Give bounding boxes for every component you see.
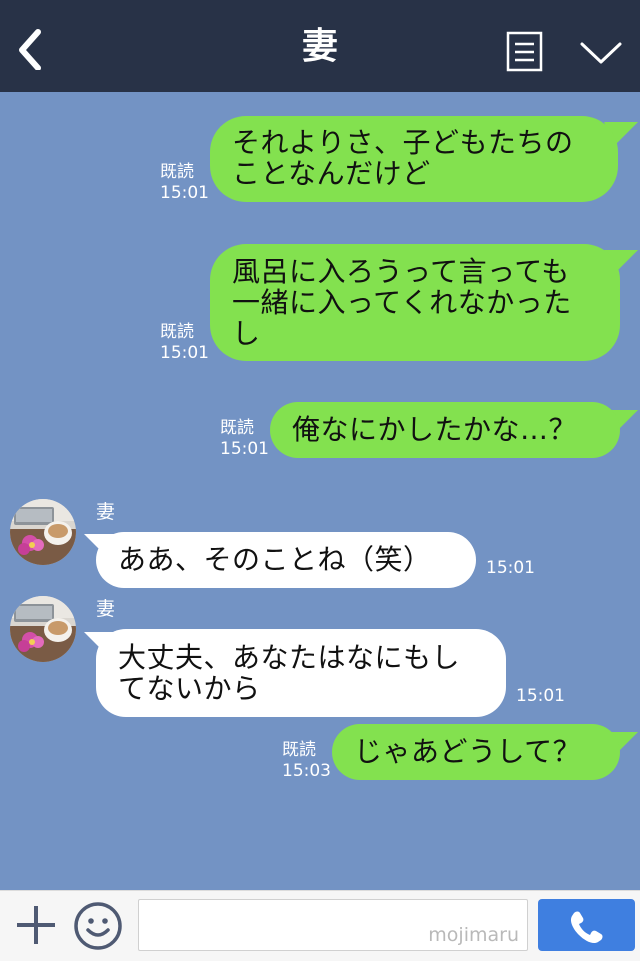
message-line: てないから: [118, 672, 261, 705]
input-bar: mojimaru: [0, 890, 640, 961]
incoming-message-bubble[interactable]: 大丈夫、あなたはなにもし てないから: [96, 629, 506, 717]
message-line: ことなんだけど: [232, 157, 431, 190]
message-time: 15:01: [486, 558, 535, 578]
message-time: 15:03: [282, 761, 331, 781]
plus-icon: [17, 906, 55, 944]
avatar-image: [10, 596, 76, 662]
add-attachment-button[interactable]: [14, 903, 58, 947]
outgoing-message-bubble[interactable]: 俺なにかしたかな…？: [270, 402, 620, 458]
message-time: 15:01: [160, 183, 209, 203]
read-label: 既読: [220, 418, 254, 438]
emoji-button[interactable]: [73, 901, 123, 951]
message-line: 風呂に入ろうって言っても: [232, 255, 570, 288]
message-time: 15:01: [516, 686, 565, 706]
avatar[interactable]: [10, 499, 76, 565]
avatar-image: [10, 499, 76, 565]
outgoing-message-bubble[interactable]: 風呂に入ろうって言っても 一緒に入ってくれなかった し: [210, 244, 620, 361]
read-label: 既読: [282, 740, 316, 760]
message-time: 15:01: [160, 343, 209, 363]
watermark: mojimaru: [428, 924, 519, 946]
read-receipt: 既読 15:01: [160, 322, 209, 364]
read-label: 既読: [160, 162, 194, 182]
menu-button[interactable]: [577, 36, 625, 68]
outgoing-message-bubble[interactable]: じゃあどうして？: [332, 724, 620, 780]
message-line: 俺なにかしたかな…？: [292, 413, 578, 446]
read-receipt: 既読 15:01: [220, 418, 269, 460]
read-label: 既読: [160, 322, 194, 342]
message-input[interactable]: mojimaru: [138, 899, 528, 951]
message-time: 15:01: [220, 439, 269, 459]
read-receipt: 既読 15:03: [282, 740, 331, 782]
sender-name: 妻: [96, 598, 116, 620]
smiley-icon: [74, 902, 122, 950]
chevron-down-icon: [580, 42, 622, 64]
chat-header: 妻: [0, 0, 640, 92]
avatar[interactable]: [10, 596, 76, 662]
sender-name: 妻: [96, 501, 116, 523]
message-line: じゃあどうして？: [354, 735, 582, 768]
message-line: ああ、そのことね（笑）: [118, 543, 432, 576]
message-line: し: [232, 317, 261, 350]
phone-icon: [570, 911, 603, 944]
note-icon: [506, 31, 543, 72]
message-line: それよりさ、子どもたちの: [232, 126, 574, 159]
read-receipt: 既読 15:01: [160, 162, 209, 204]
note-button[interactable]: [505, 30, 545, 74]
call-button[interactable]: [538, 899, 635, 951]
message-line: 大丈夫、あなたはなにもし: [118, 641, 461, 674]
outgoing-message-bubble[interactable]: それよりさ、子どもたちの ことなんだけど: [210, 116, 618, 202]
incoming-message-bubble[interactable]: ああ、そのことね（笑）: [96, 532, 476, 588]
message-line: 一緒に入ってくれなかった: [232, 286, 572, 319]
